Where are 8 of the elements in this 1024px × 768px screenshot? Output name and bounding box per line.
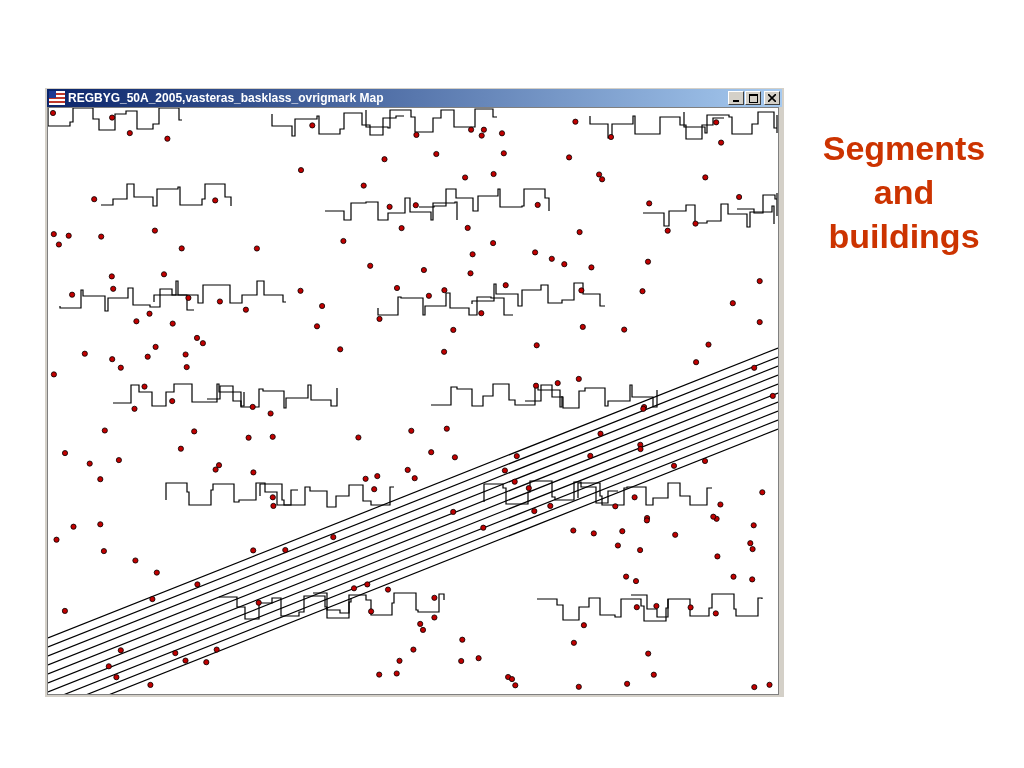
app-icon [49, 91, 65, 105]
close-icon [768, 94, 776, 102]
maximize-icon [748, 93, 758, 103]
slide-title: Segments and buildings [821, 128, 987, 258]
close-button[interactable] [764, 91, 780, 105]
minimize-button[interactable] [728, 91, 744, 105]
window-title: REGBYG_50A_2005,vasteras_basklass_ovrigmark Map [68, 91, 385, 105]
maximize-button[interactable] [745, 91, 761, 105]
